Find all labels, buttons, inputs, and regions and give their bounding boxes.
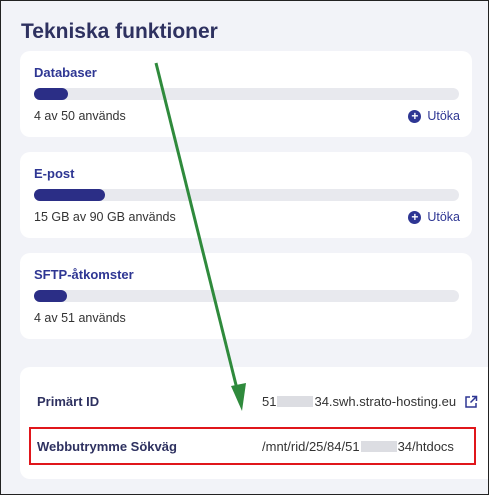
technical-features-panel: Tekniska funktioner Databaser 4 av 50 an… [0,0,489,495]
annotation-arrow [154,62,246,411]
